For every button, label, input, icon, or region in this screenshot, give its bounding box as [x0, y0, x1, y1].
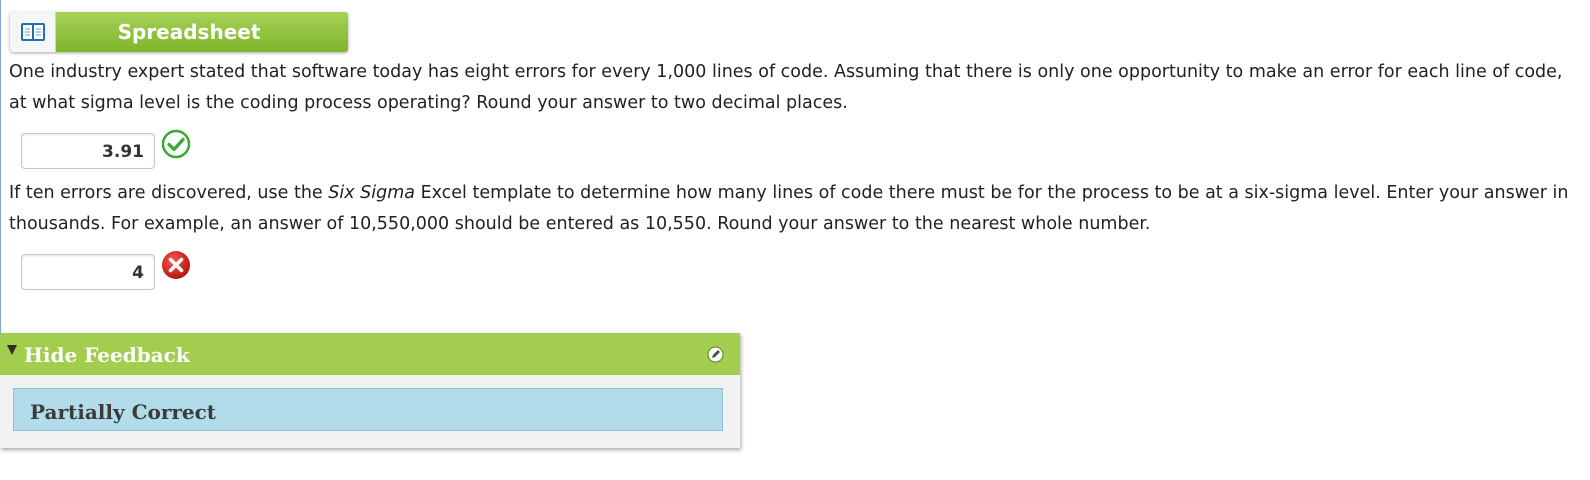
x-circle-icon: [162, 251, 190, 279]
question-1-text: One industry expert stated that software…: [9, 62, 1563, 113]
collapse-triangle-icon: [7, 345, 17, 355]
feedback-panel: Hide Feedback Partially Correct: [0, 333, 740, 448]
spreadsheet-button[interactable]: Spreadsheet: [10, 12, 348, 52]
hide-feedback-toggle[interactable]: Hide Feedback: [0, 333, 740, 375]
edit-pencil-icon[interactable]: [707, 346, 724, 363]
spreadsheet-button-label: Spreadsheet: [117, 20, 261, 44]
question-2-text: If ten errors are discovered, use the Si…: [9, 178, 1579, 240]
question-2-text-start: If ten errors are discovered, use the: [9, 183, 329, 203]
answer-2-input[interactable]: 4: [21, 254, 155, 290]
question-2-template-name: Six Sigma: [328, 183, 415, 203]
hide-feedback-label: Hide Feedback: [24, 343, 190, 367]
book-icon: [10, 12, 56, 52]
feedback-result-box: Partially Correct: [13, 388, 723, 431]
left-border-line: [0, 0, 1, 340]
answer-1-input[interactable]: 3.91: [21, 133, 155, 169]
check-circle-icon: [161, 129, 191, 159]
